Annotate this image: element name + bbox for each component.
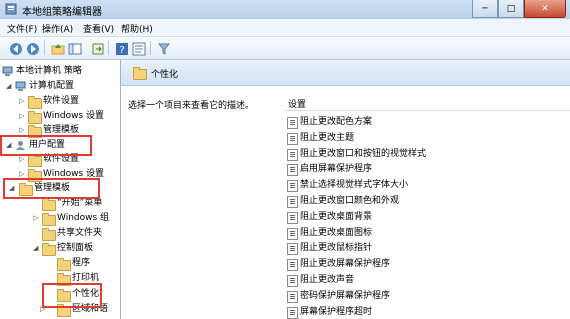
- minimize-icon: ─: [482, 3, 488, 14]
- setting-label: 启用屏幕保护程序: [300, 164, 373, 175]
- folder-icon: [28, 96, 42, 109]
- gpedit-app-icon: [5, 3, 17, 15]
- close-button[interactable]: ✕: [524, 0, 566, 18]
- policy-setting-icon: [287, 259, 298, 272]
- toolbar-separator: [150, 41, 151, 55]
- column-label: 设置: [288, 100, 307, 110]
- tree-pane[interactable]: 本地计算机 策略 ◢ 计算机配置 ▷ 软件设置 ▷ Windows 设置 ▷ 管…: [0, 60, 121, 319]
- tree-label-root: 本地计算机 策略: [16, 66, 82, 76]
- expand-arrow-icon[interactable]: ▷: [19, 126, 27, 134]
- setting-label: 阻止更改主题: [300, 132, 355, 143]
- tree-label-windows-components: Windows 组: [57, 213, 110, 223]
- svg-text:?: ?: [119, 45, 124, 56]
- setting-label: 阻止更改桌面图标: [300, 227, 373, 238]
- policy-setting-icon: [287, 164, 298, 177]
- back-icon[interactable]: [8, 41, 24, 57]
- policy-setting-icon: [287, 275, 298, 287]
- expand-arrow-icon[interactable]: ▷: [19, 112, 27, 120]
- folder-icon: [28, 154, 42, 167]
- policy-setting-icon: [287, 290, 298, 303]
- folder-icon: [57, 258, 71, 271]
- policy-setting-icon: [287, 180, 298, 193]
- toolbar-separator: [108, 41, 109, 55]
- help-icon[interactable]: ?: [114, 41, 130, 57]
- setting-label: 阻止更改鼠标指针: [300, 243, 373, 254]
- tree-label-cc-windows: Windows 设置: [43, 111, 105, 121]
- menu-bar: 文件(F) 操作(A) 查看(V) 帮助(H): [0, 19, 570, 37]
- window: { "window": { "title": "本地组策略编辑器", "cont…: [0, 0, 570, 319]
- highlight-admin-templates: [3, 178, 100, 199]
- folder-open-icon: [42, 243, 56, 256]
- menu-action[interactable]: 操作(A): [42, 22, 73, 35]
- highlight-user-config: [0, 135, 92, 156]
- expand-arrow-icon[interactable]: ▷: [19, 170, 27, 178]
- policy-setting-icon: [287, 306, 298, 319]
- computer-policy-icon: [2, 66, 13, 76]
- menu-file[interactable]: 文件(F): [7, 22, 37, 35]
- show-hide-tree-icon[interactable]: [67, 41, 83, 57]
- policy-setting-icon: [287, 227, 298, 240]
- settings-column-header[interactable]: 设置: [284, 95, 570, 111]
- folder-icon: [42, 228, 56, 241]
- policy-setting-icon: [287, 132, 298, 145]
- folder-icon: [42, 198, 56, 211]
- setting-label: 阻止更改声音: [300, 275, 355, 285]
- collapse-arrow-icon[interactable]: ◢: [6, 82, 14, 90]
- export-icon[interactable]: [90, 41, 106, 57]
- folder-icon: [42, 213, 56, 226]
- filter-icon[interactable]: [156, 41, 172, 57]
- description-text: 选择一个项目来查看它的描述。: [128, 101, 255, 111]
- setting-label: 阻止更改窗口颜色和外观: [300, 196, 400, 206]
- detail-header: 个性化: [121, 60, 570, 86]
- detail-pane: 个性化 选择一个项目来查看它的描述。 设置 阻止更改配色方案 阻止更改主题 阻止更改…: [121, 60, 570, 319]
- collapse-arrow-icon[interactable]: ◢: [33, 244, 41, 252]
- policy-setting-icon: [287, 117, 298, 129]
- title-bar: 本地组策略编辑器 ─ □ ✕: [0, 0, 570, 19]
- policy-setting-icon: [287, 211, 298, 224]
- policy-setting-icon: [287, 148, 298, 161]
- window-title: 本地组策略编辑器: [22, 7, 102, 18]
- expand-arrow-icon[interactable]: ▷: [19, 155, 27, 163]
- tree-label-programs: 程序: [72, 258, 91, 268]
- expand-arrow-icon[interactable]: ▷: [19, 97, 27, 105]
- forward-icon[interactable]: [25, 41, 41, 57]
- tree-label-cc-software: 软件设置: [43, 96, 80, 106]
- setting-label: 密码保护屏幕保护程序: [300, 290, 391, 301]
- close-icon: ✕: [541, 3, 549, 14]
- tree-label-shared-folders: 共享文件夹: [57, 228, 103, 238]
- detail-title: 个性化: [151, 70, 179, 80]
- highlight-personalization: [42, 283, 102, 308]
- properties-icon[interactable]: [131, 41, 147, 57]
- menu-view[interactable]: 查看(V): [83, 22, 114, 35]
- tree-label-control-panel: 控制面板: [57, 243, 94, 253]
- maximize-icon: □: [506, 3, 516, 14]
- toolbar: ?: [0, 37, 570, 60]
- policy-setting-icon: [287, 196, 298, 208]
- setting-label: 屏幕保护程序超时: [300, 306, 373, 317]
- setting-label: 阻止更改屏幕保护程序: [300, 259, 391, 270]
- setting-label: 阻止更改窗口和按钮的视觉样式: [300, 148, 427, 159]
- up-folder-icon[interactable]: [50, 41, 66, 57]
- folder-icon: [133, 67, 147, 80]
- minimize-button[interactable]: ─: [472, 0, 498, 18]
- maximize-button[interactable]: □: [498, 0, 524, 18]
- expand-arrow-icon[interactable]: ▷: [33, 214, 41, 222]
- folder-icon: [28, 111, 42, 124]
- tree-label-computer-config: 计算机配置: [29, 81, 75, 91]
- setting-label: 禁止选择视觉样式字体大小: [300, 180, 409, 191]
- setting-label: 阻止更改桌面背景: [300, 211, 373, 222]
- computer-icon: [15, 81, 26, 91]
- setting-label: 阻止更改配色方案: [300, 117, 373, 127]
- policy-setting-icon: [287, 243, 298, 256]
- menu-help[interactable]: 帮助(H): [121, 22, 153, 35]
- toolbar-separator: [44, 41, 45, 55]
